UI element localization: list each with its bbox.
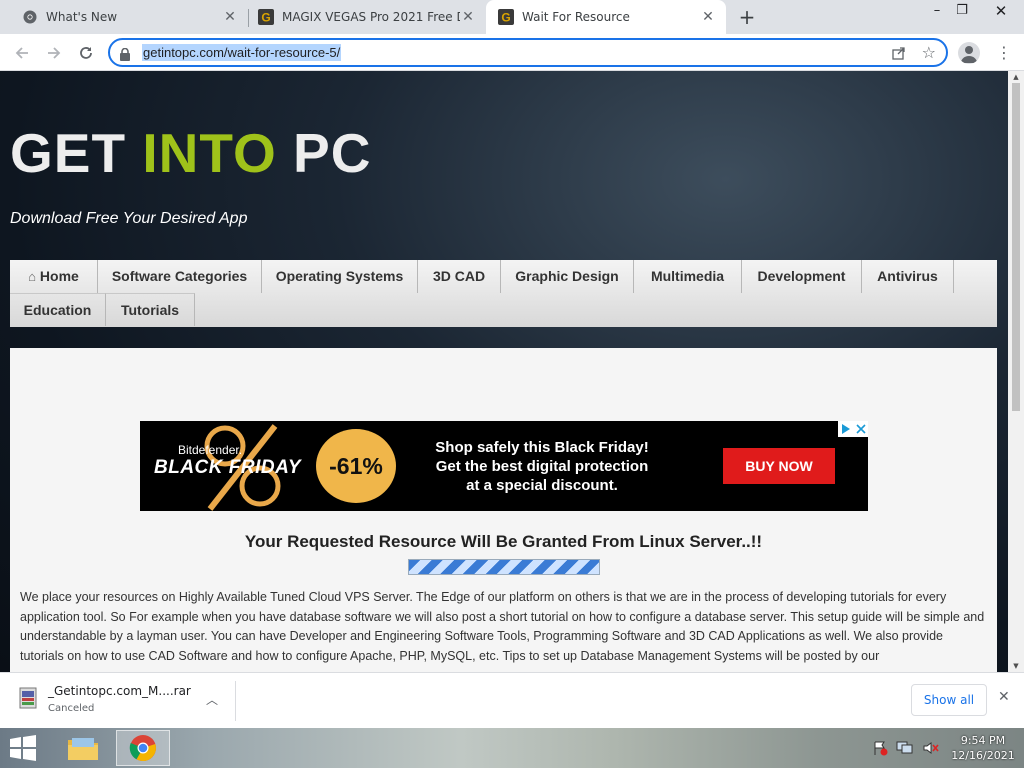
profile-avatar[interactable] [958,42,980,64]
system-tray [872,740,940,760]
nav-development[interactable]: Development [742,260,862,293]
nav-home[interactable]: ⌂ Home [10,260,98,293]
tab-whats-new[interactable]: What's New ✕ [0,0,248,34]
nav-label: Home [39,268,79,284]
body-paragraph: We place your resources on Highly Availa… [20,590,985,663]
reload-button[interactable] [74,41,98,65]
chrome-icon [129,735,156,762]
close-window-icon[interactable]: ✕ [984,0,1018,22]
show-all-button[interactable]: Show all [911,684,987,716]
nav-education[interactable]: Education [10,293,106,326]
back-button[interactable] [10,41,34,65]
main-nav: ⌂ Home Software Categories Operating Sys… [10,260,997,327]
windows-start-icon[interactable] [8,735,38,761]
vertical-scrollbar[interactable]: ▲ ▼ [1008,71,1024,672]
nav-tutorials[interactable]: Tutorials [106,293,195,326]
download-item[interactable]: _Getintopc.com_M....rar Canceled ︿ [12,681,236,721]
getintopc-favicon-icon: G [498,9,514,25]
tab-magix-vegas[interactable]: G MAGIX VEGAS Pro 2021 Free Do ✕ [236,0,486,34]
menu-kebab-icon[interactable]: ⋮ [996,42,1012,64]
logo-text-get: GET [10,122,143,184]
arrow-left-icon [15,47,28,59]
new-tab-button[interactable]: + [737,7,757,27]
logo-text-into: INTO [142,122,277,184]
page-headline: Your Requested Resource Will Be Granted … [244,532,763,551]
close-tab-icon[interactable]: ✕ [700,9,716,25]
browser-toolbar: getintopc.com/wait-for-resource-5/ ☆ ⋮ [0,34,1024,71]
tab-title: MAGIX VEGAS Pro 2021 Free Do [282,10,460,24]
ad-event: BLACK FRIDAY [154,457,302,478]
getintopc-favicon-icon: G [258,9,274,25]
close-tab-icon[interactable]: ✕ [460,9,476,25]
folder-icon [68,738,98,760]
chrome-icon [22,9,38,25]
ad-choices-icon[interactable] [838,421,868,437]
nav-software-categories[interactable]: Software Categories [98,260,262,293]
scroll-down-icon[interactable]: ▼ [1008,660,1024,672]
clock-date: 12/16/2021 [951,749,1015,762]
ad-brand: Bitdefender. [178,443,243,457]
site-tagline: Download Free Your Desired App [10,210,248,227]
download-status: Canceled [48,703,95,714]
page-viewport: GET INTO PC Download Free Your Desired A… [0,71,1008,672]
download-bar: _Getintopc.com_M....rar Canceled ︿ Show … [0,672,1024,728]
network-icon[interactable] [896,740,914,760]
ad-line-1: Shop safely this Black Friday! [435,439,649,456]
tab-wait-for-resource[interactable]: G Wait For Resource ✕ [486,0,726,34]
nav-antivirus[interactable]: Antivirus [862,260,954,293]
logo-text-pc: PC [276,122,372,184]
ad-message: Shop safely this Black Friday! Get the b… [412,438,672,495]
address-bar[interactable]: getintopc.com/wait-for-resource-5/ ☆ [108,38,948,67]
svg-text:G: G [261,11,270,25]
nav-operating-systems[interactable]: Operating Systems [262,260,418,293]
clock-time: 9:54 PM [960,734,1006,747]
taskbar-chrome[interactable] [116,730,170,766]
content-panel: Bitdefender. BLACK FRIDAY -61% Shop safe… [10,348,997,672]
share-icon[interactable] [892,45,906,64]
chevron-up-icon[interactable]: ︿ [206,691,218,708]
ad-banner[interactable]: Bitdefender. BLACK FRIDAY -61% Shop safe… [140,421,868,511]
reload-icon [80,47,92,59]
bookmark-star-icon[interactable]: ☆ [922,44,936,62]
forward-button[interactable] [42,41,66,65]
volume-muted-icon[interactable] [922,740,940,760]
rar-file-icon [18,687,38,709]
taskbar-clock[interactable]: 9:54 PM 12/16/2021 [950,733,1016,763]
lock-icon[interactable] [120,46,130,65]
tab-title: What's New [46,10,118,24]
home-icon: ⌂ [28,269,37,284]
url-text[interactable]: getintopc.com/wait-for-resource-5/ [142,44,342,61]
maximize-icon[interactable]: ❐ [945,0,979,22]
scrollbar-thumb[interactable] [1012,83,1020,411]
arrow-right-icon [48,47,61,59]
site-logo[interactable]: GET INTO PC [10,121,371,185]
windows-taskbar: 9:54 PM 12/16/2021 [0,728,1024,768]
svg-text:G: G [501,11,510,25]
nav-3d-cad[interactable]: 3D CAD [418,260,501,293]
ad-line-3: at a special discount. [466,477,618,494]
nav-multimedia[interactable]: Multimedia [634,260,742,293]
ad-discount: -61% [316,429,396,503]
tab-strip: What's New ✕ G MAGIX VEGAS Pro 2021 Free… [0,0,1024,34]
taskbar-file-explorer[interactable] [56,730,110,766]
tab-title: Wait For Resource [522,10,630,24]
ad-line-2: Get the best digital protection [435,458,649,475]
scroll-up-icon[interactable]: ▲ [1008,71,1024,83]
close-download-bar-icon[interactable]: ✕ [998,689,1010,705]
download-filename: _Getintopc.com_M....rar [48,684,191,698]
nav-graphic-design[interactable]: Graphic Design [501,260,634,293]
ad-buy-now-button[interactable]: BUY NOW [723,448,835,484]
loading-progress-bar [408,559,600,575]
action-center-flag-icon[interactable] [872,740,888,760]
